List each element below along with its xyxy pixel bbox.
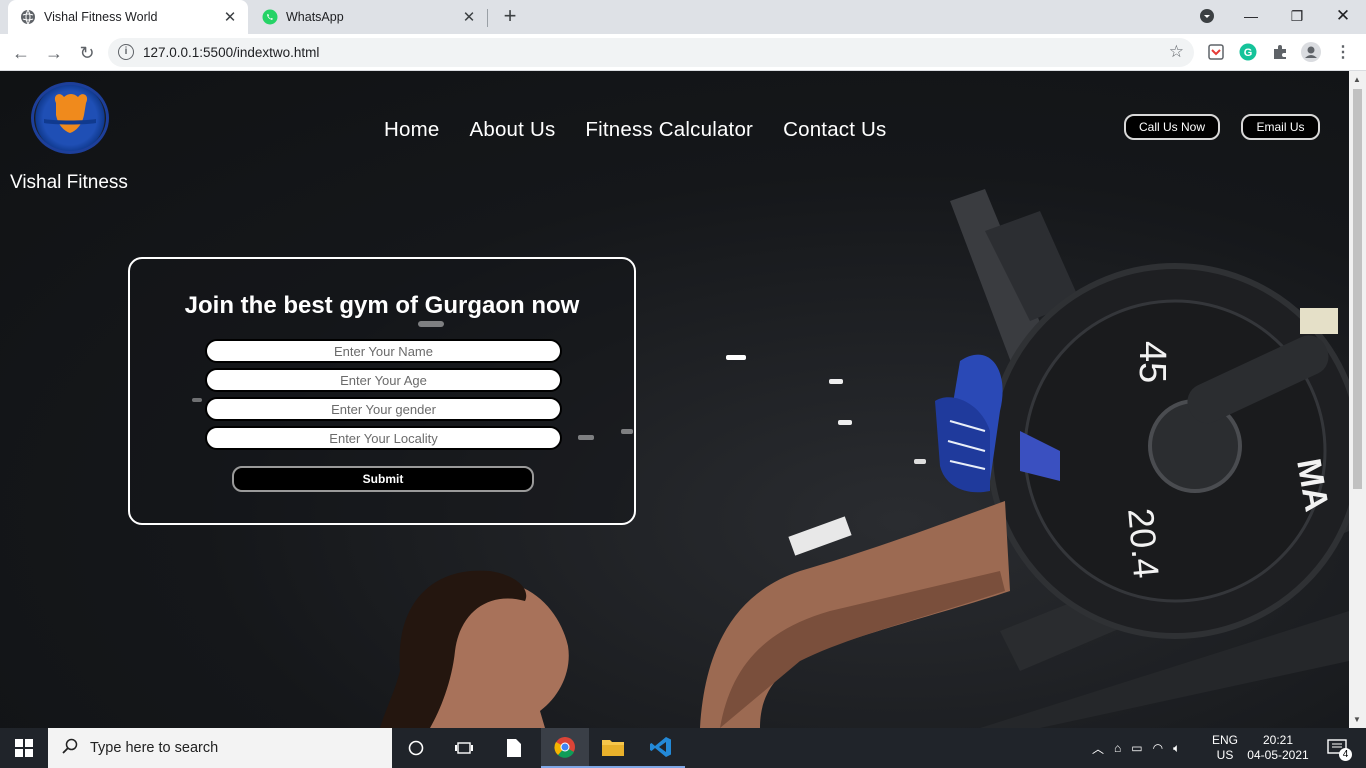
system-tray: ︿ ⌂ ▭ ◠ 🔈︎	[1092, 728, 1180, 768]
minimize-button[interactable]: —	[1228, 0, 1274, 32]
tab-title: Vishal Fitness World	[44, 10, 158, 24]
cortana-icon[interactable]	[392, 728, 440, 768]
nav-fitness-calculator[interactable]: Fitness Calculator	[585, 118, 753, 142]
back-icon[interactable]: ←	[8, 40, 34, 66]
grammarly-extension-icon[interactable]: G	[1238, 42, 1258, 62]
bodybuilder-icon	[44, 94, 96, 133]
plate-label-45: 45	[1131, 341, 1173, 383]
browser-chrome: Vishal Fitness World ✕ WhatsApp ✕ + — ❐ …	[0, 0, 1366, 71]
chevron-up-icon[interactable]: ︿	[1092, 740, 1104, 757]
nav-contact-us[interactable]: Contact Us	[783, 118, 886, 142]
tab-separator	[487, 9, 488, 27]
network-device-icon[interactable]: ⌂	[1114, 741, 1121, 755]
main-nav: Home About Us Fitness Calculator Contact…	[384, 118, 887, 142]
tab-title: WhatsApp	[286, 10, 344, 24]
scroll-up-icon[interactable]: ▲	[1353, 75, 1361, 84]
page-scrollbar[interactable]: ▲ ▼	[1349, 71, 1366, 728]
profile-avatar-icon[interactable]	[1301, 42, 1321, 62]
extensions-puzzle-icon[interactable]	[1270, 42, 1290, 62]
windows-taskbar: Type here to search ︿ ⌂ ▭ ◠ 🔈︎ ENG US 20…	[0, 728, 1366, 768]
address-bar[interactable]: i 127.0.0.1:5500/indextwo.html ☆	[108, 38, 1194, 67]
call-us-button[interactable]: Call Us Now	[1124, 114, 1220, 140]
file-icon[interactable]	[490, 728, 538, 768]
notification-count-badge: 4	[1339, 748, 1352, 761]
taskbar-search-box[interactable]: Type here to search	[48, 728, 392, 768]
browser-toolbar: ← → ↻ i 127.0.0.1:5500/indextwo.html ☆ G…	[0, 34, 1366, 71]
tab-vishal-fitness[interactable]: Vishal Fitness World ✕	[8, 0, 248, 34]
notifications-icon[interactable]: 4	[1322, 728, 1352, 768]
tab-strip: Vishal Fitness World ✕ WhatsApp ✕ + — ❐ …	[0, 0, 1366, 34]
windows-start-icon[interactable]	[0, 728, 48, 768]
pocket-extension-icon[interactable]	[1206, 42, 1226, 62]
language-indicator[interactable]: ENG US	[1212, 728, 1238, 768]
close-icon[interactable]: ✕	[220, 7, 240, 27]
email-us-button[interactable]: Email Us	[1241, 114, 1320, 140]
nav-home[interactable]: Home	[384, 118, 439, 142]
search-placeholder: Type here to search	[90, 740, 219, 756]
tab-whatsapp[interactable]: WhatsApp ✕	[250, 0, 487, 34]
nav-about-us[interactable]: About Us	[469, 118, 555, 142]
submit-button[interactable]: Submit	[232, 466, 534, 492]
clock[interactable]: 20:21 04-05-2021	[1245, 728, 1311, 768]
url-text: 127.0.0.1:5500/indextwo.html	[143, 45, 320, 60]
close-icon[interactable]: ✕	[459, 7, 479, 27]
browser-menu-icon[interactable]: ⋮	[1333, 42, 1353, 62]
new-tab-button[interactable]: +	[498, 5, 522, 29]
locality-input[interactable]	[205, 426, 562, 450]
lang-code: ENG	[1212, 733, 1239, 747]
plate-label-20-4: 20.4	[1120, 506, 1167, 579]
age-input[interactable]	[205, 368, 562, 392]
whatsapp-icon	[262, 9, 278, 25]
clock-time: 20:21	[1262, 733, 1294, 747]
brand-name: Vishal Fitness	[10, 172, 128, 193]
profile-menu-icon[interactable]	[1184, 0, 1230, 32]
site-logo[interactable]	[31, 82, 109, 154]
restore-button[interactable]: ❐	[1274, 0, 1320, 32]
info-icon[interactable]: i	[118, 44, 134, 60]
name-input[interactable]	[205, 339, 562, 363]
task-view-icon[interactable]	[440, 728, 488, 768]
chrome-taskbar-icon[interactable]	[541, 728, 589, 768]
globe-icon	[20, 9, 36, 25]
clock-date: 04-05-2021	[1247, 748, 1309, 762]
battery-icon[interactable]: ▭	[1131, 741, 1142, 755]
file-explorer-icon[interactable]	[589, 728, 637, 768]
forward-icon[interactable]: →	[41, 40, 67, 66]
web-page: 45 20.4 MA Vishal Fitness Home About Us …	[0, 71, 1349, 728]
wifi-icon[interactable]: ◠	[1153, 741, 1163, 755]
window-close-button[interactable]: ✕	[1320, 0, 1366, 32]
reload-icon[interactable]: ↻	[74, 40, 100, 66]
scroll-down-icon[interactable]: ▼	[1353, 715, 1361, 724]
volume-icon[interactable]: 🔈︎	[1173, 741, 1180, 756]
join-form-card: Join the best gym of Gurgaon now Submit	[128, 257, 636, 525]
gender-input[interactable]	[205, 397, 562, 421]
search-icon	[62, 738, 78, 759]
vscode-icon[interactable]	[637, 728, 685, 768]
form-heading: Join the best gym of Gurgaon now	[184, 292, 580, 319]
svg-text:G: G	[1244, 47, 1253, 59]
scrollbar-thumb[interactable]	[1353, 89, 1362, 489]
bookmark-star-icon[interactable]: ☆	[1169, 42, 1184, 62]
lang-region: US	[1216, 748, 1234, 762]
